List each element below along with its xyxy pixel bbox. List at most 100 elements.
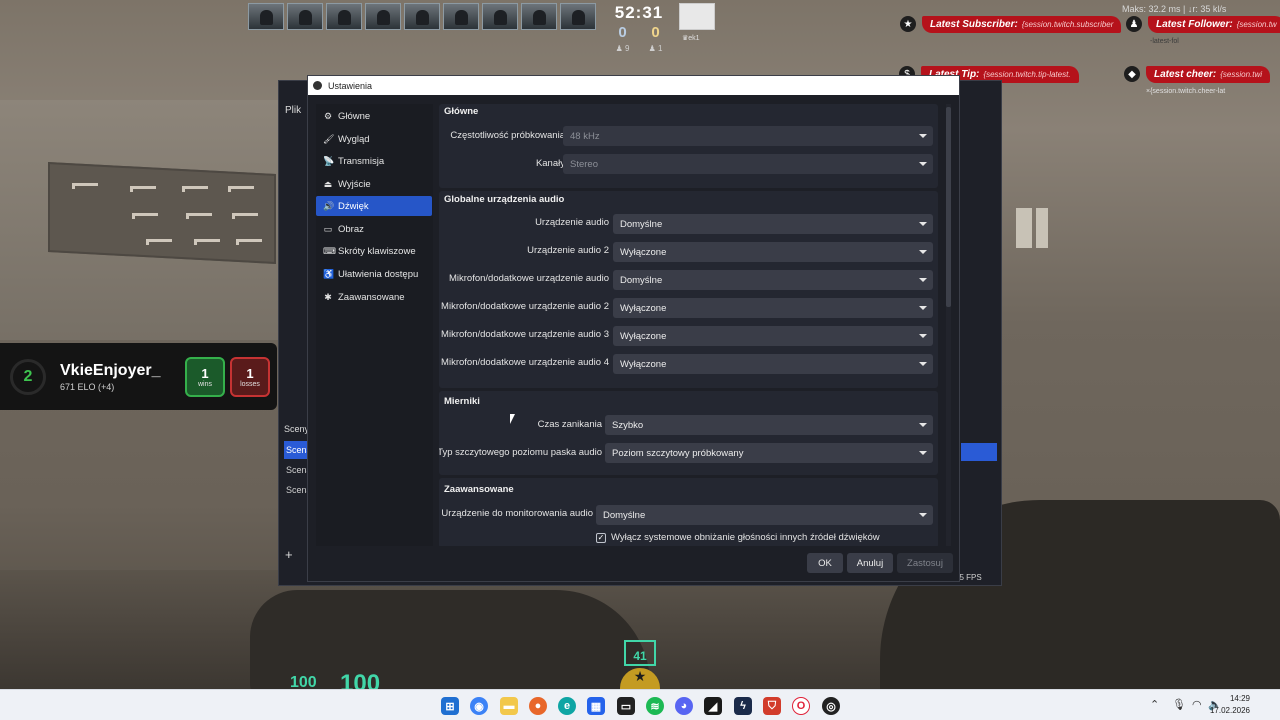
firefox-icon[interactable]: ● <box>529 697 547 715</box>
spotify-icon[interactable]: ≋ <box>646 697 664 715</box>
player-avatar <box>326 3 362 30</box>
channels-label: Kanały <box>535 158 565 169</box>
clock-time: 14:29 <box>1229 694 1250 703</box>
section-advanced: Zaawansowane Urządzenie do monitorowania… <box>439 478 938 546</box>
tray-chevron-icon[interactable]: ⌃ <box>1150 698 1159 711</box>
chevron-down-icon <box>919 362 927 366</box>
shield-icon[interactable]: ⛉ <box>763 697 781 715</box>
faceit-player-widget: 2 VkieEnjoyer_ 671 ELO (+4) 1 wins 1 los… <box>0 343 277 410</box>
decay-rate-select[interactable]: Szybko <box>605 415 933 435</box>
alert-bar: Latest Follower: {session.tw <box>1148 15 1280 33</box>
disable-ducking-checkbox[interactable]: ✓ <box>596 532 606 543</box>
obs-icon[interactable]: ◎ <box>822 697 840 715</box>
mic-device-select[interactable]: Domyślne <box>613 270 933 290</box>
nav-item-audio[interactable]: 🔊 Dźwięk <box>316 196 432 216</box>
disable-ducking-label: Wyłącz systemowe obniżanie głośności inn… <box>611 532 880 543</box>
opera-icon[interactable]: O <box>792 697 810 715</box>
alive-counts: ♟ 9 ♟ 1 <box>606 44 672 53</box>
alert-bar: Latest cheer: {session.twi <box>1146 65 1271 83</box>
weapon-silhouette <box>182 186 208 192</box>
nav-item-appearance[interactable]: 🖌 Wygląd <box>316 129 432 149</box>
mic-device-3-select[interactable]: Wyłączone <box>613 326 933 346</box>
section-title: Globalne urządzenia audio <box>444 194 565 205</box>
nav-item-stream[interactable]: 📡 Transmisja <box>316 151 432 171</box>
team-scores: 0 0 <box>606 24 672 41</box>
chevron-down-icon <box>919 222 927 226</box>
gear-icon: ⚙ <box>323 110 333 121</box>
microphone-icon[interactable]: 🎙 <box>1172 698 1186 711</box>
edge-icon[interactable]: e <box>558 697 576 715</box>
channels-select[interactable]: Stereo <box>563 154 933 174</box>
monitoring-device-label: Urządzenie do monitorowania audio <box>441 508 593 519</box>
nav-label: Transmisja <box>338 155 385 167</box>
settings-dialog: Ustawienia ⚙ Główne 🖌 Wygląd 📡 Transmisja ⏏… <box>307 75 960 582</box>
enemy-avatar <box>679 3 715 30</box>
select-value: Wyłączone <box>620 302 667 314</box>
browser-icon[interactable]: ◉ <box>470 697 488 715</box>
dialog-titlebar[interactable]: Ustawienia <box>308 76 959 95</box>
audio-device-select[interactable]: Domyślne <box>613 214 933 234</box>
mic-device-3-label: Mikrofon/dodatkowe urządzenie audio 3 <box>441 329 609 340</box>
chevron-down-icon <box>919 134 927 138</box>
nav-item-accessibility[interactable]: ♿ Ułatwienia dostępu <box>316 264 432 284</box>
chevron-down-icon <box>919 423 927 427</box>
player-name: VkieEnjoyer_ <box>60 361 161 379</box>
store-icon[interactable]: ▦ <box>587 697 605 715</box>
app-red-icon[interactable]: ◢ <box>704 697 722 715</box>
app-yellow-icon[interactable]: ϟ <box>734 697 752 715</box>
system-clock[interactable]: 14:29 17.02.2026 <box>1210 693 1250 717</box>
weapon-silhouette <box>236 239 262 245</box>
discord-icon[interactable]: ◕ <box>675 697 693 715</box>
user-icon: ♟ <box>1126 16 1142 32</box>
apply-button[interactable]: Zastosuj <box>897 553 953 573</box>
dialog-title: Ustawienia <box>328 80 373 91</box>
content-scrollbar[interactable] <box>946 104 951 546</box>
nav-item-hotkeys[interactable]: ⌨ Skróty klawiszowe <box>316 241 432 261</box>
game-window-light <box>1016 208 1032 248</box>
windows-taskbar: ⊞ ◉ ▬ ● e ▦ ▭ ≋ ◕ ◢ ϟ ⛉ O ◎ ⌃ 🎙 ◠ 🔈 14:2… <box>0 689 1280 720</box>
nav-label: Ułatwienia dostępu <box>338 268 419 280</box>
clock-date: 17.02.2026 <box>1209 706 1250 715</box>
sample-rate-select[interactable]: 48 kHz <box>563 126 933 146</box>
cancel-button[interactable]: Anuluj <box>847 553 893 573</box>
selected-source-item[interactable] <box>961 443 997 461</box>
nav-label: Obraz <box>338 223 364 235</box>
diamond-icon: ◆ <box>1124 66 1140 82</box>
chevron-down-icon <box>919 334 927 338</box>
select-value: Szybko <box>612 419 644 431</box>
alive-ct: ♟ 9 <box>615 44 630 53</box>
peak-meter-type-label: Typ szczytowego poziomu paska audio <box>439 447 602 458</box>
select-value: Wyłączone <box>620 246 667 258</box>
ok-button[interactable]: OK <box>807 553 843 573</box>
peak-meter-type-select[interactable]: Poziom szczytowy próbkowany <box>605 443 933 463</box>
section-title: Mierniki <box>444 396 480 407</box>
weapon-silhouette <box>146 239 172 245</box>
disable-ducking-checkbox-row[interactable]: ✓ Wyłącz systemowe obniżanie głośności i… <box>596 532 880 543</box>
nav-item-general[interactable]: ⚙ Główne <box>316 106 432 126</box>
select-value: Poziom szczytowy próbkowany <box>612 447 744 459</box>
chevron-down-icon <box>919 451 927 455</box>
brush-icon: 🖌 <box>323 133 335 144</box>
weapon-silhouette <box>186 213 212 219</box>
add-scene-button[interactable]: + <box>285 547 293 562</box>
nav-item-video[interactable]: ▭ Obraz <box>316 219 432 239</box>
mic-device-4-select[interactable]: Wyłączone <box>613 354 933 374</box>
folder-icon[interactable]: ▬ <box>500 697 518 715</box>
losses-label: losses <box>240 380 260 388</box>
monitoring-device-select[interactable]: Domyślne <box>596 505 933 525</box>
chevron-down-icon <box>919 278 927 282</box>
windows-start-icon[interactable]: ⊞ <box>441 697 459 715</box>
wins-count: 1 <box>201 365 209 381</box>
wins-label: wins <box>197 380 212 388</box>
menu-file[interactable]: Plik <box>285 105 301 116</box>
nav-item-advanced[interactable]: ✱ Zaawansowane <box>316 287 432 307</box>
terminal-icon[interactable]: ▭ <box>617 697 635 715</box>
scrollbar-thumb[interactable] <box>946 107 951 307</box>
wifi-icon[interactable]: ◠ <box>1192 698 1202 711</box>
audio-device-2-select[interactable]: Wyłączone <box>613 242 933 262</box>
mic-device-2-select[interactable]: Wyłączone <box>613 298 933 318</box>
enemy-name: ♛ek1 <box>682 35 700 42</box>
nav-item-output[interactable]: ⏏ Wyjście <box>316 174 432 194</box>
player-avatar <box>521 3 557 30</box>
settings-content: Główne Częstotliwość próbkowania 48 kHz … <box>439 104 939 546</box>
